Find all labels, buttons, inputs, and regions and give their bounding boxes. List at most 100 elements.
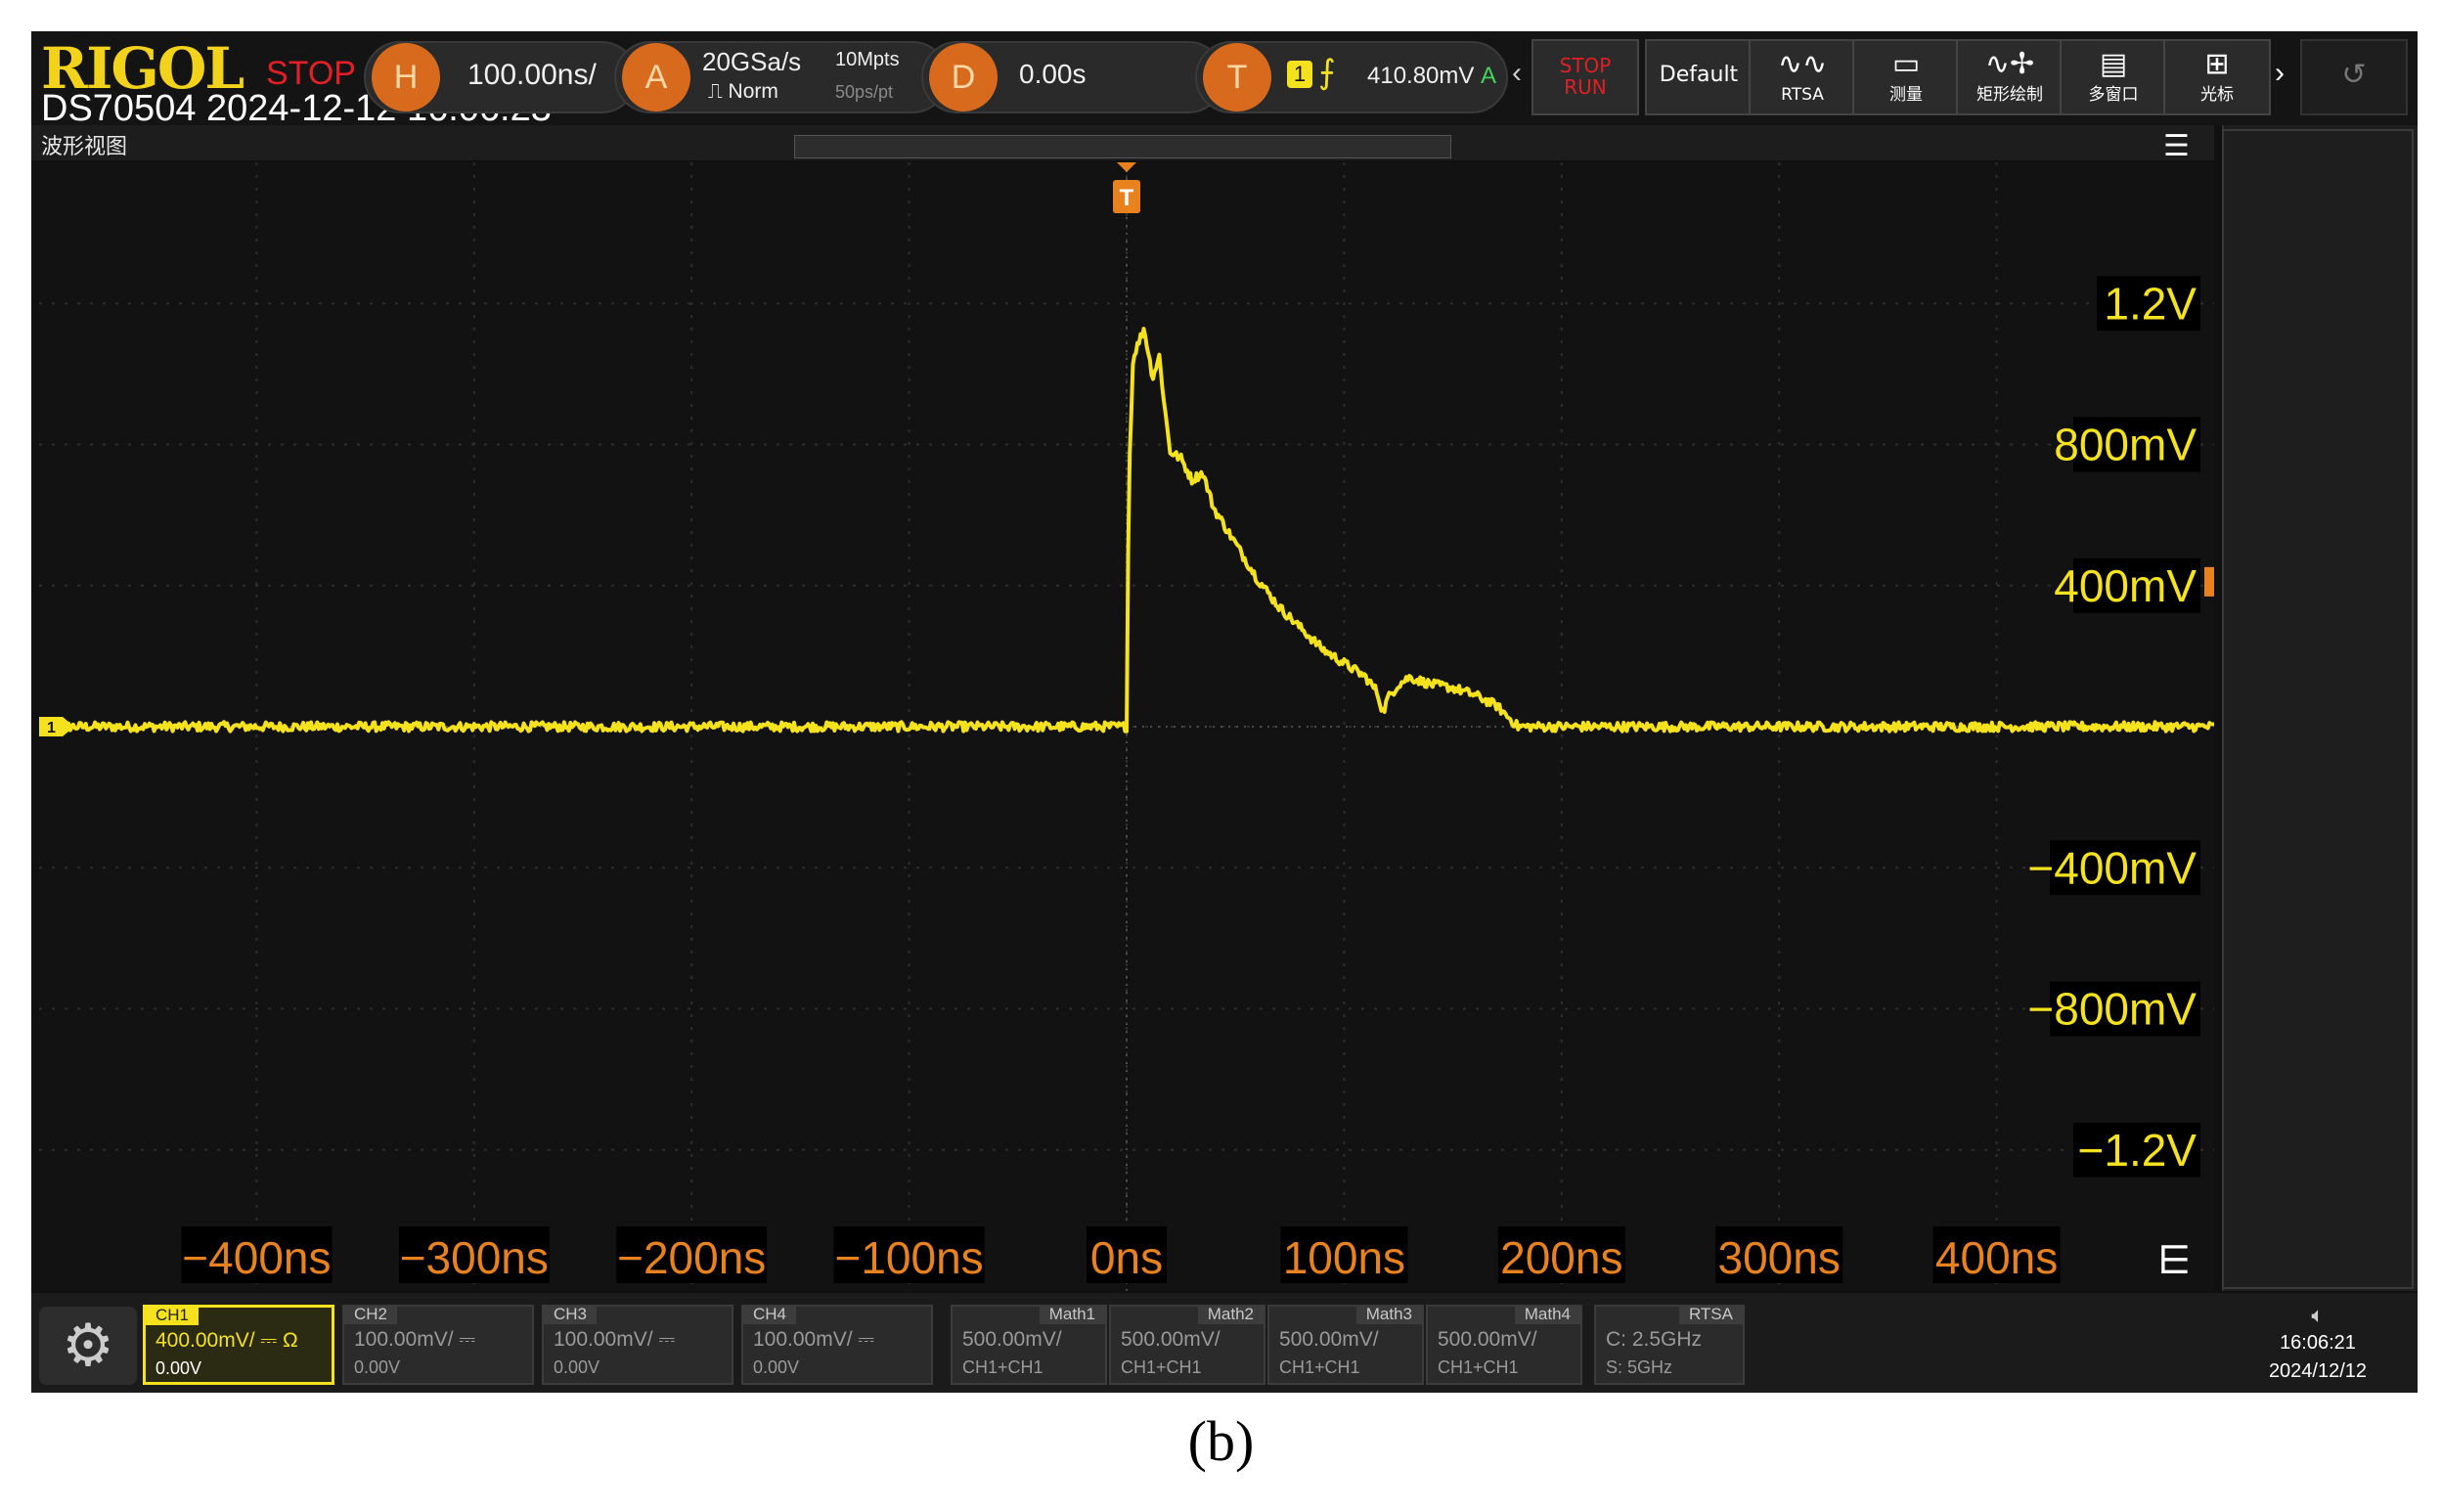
ch3-scale-value: 100.00mV/ (554, 1328, 653, 1351)
speaker-muted-icon[interactable]: 🔈︎ (2222, 1303, 2414, 1328)
ch4-coupling: ⎓ (858, 1328, 875, 1351)
axis-menu-icon[interactable]: ⋿ (2157, 1238, 2192, 1283)
math2-source: CH1+CH1 (1121, 1357, 1202, 1377)
ch1-offset-marker[interactable]: 1 (39, 717, 74, 736)
horizontal-scale: 100.00ns/ (467, 59, 597, 91)
delay-badge[interactable]: D (929, 43, 998, 111)
math1-tab: Math1 (1039, 1305, 1105, 1324)
math4-scale: 500.00mV/ (1438, 1328, 1537, 1351)
ch2-scale: 100.00mV/ ⎓ (354, 1328, 475, 1352)
x-tick-label: −200ns (617, 1232, 766, 1283)
math1-box[interactable]: Math1 500.00mV/ CH1+CH1 (951, 1305, 1107, 1385)
math4-source: CH1+CH1 (1438, 1357, 1519, 1377)
ch3-coupling: ⎓ (658, 1328, 676, 1351)
multi-window-label: 多窗口 (2088, 85, 2139, 105)
ch3-tab: CH3 (544, 1305, 598, 1324)
default-label: Default (1659, 63, 1739, 87)
ch1-scale: 400.00mV/ ⎓ Ω (155, 1329, 298, 1353)
pulse-icon: ⎍ (708, 80, 729, 103)
ch1-scale-value: 400.00mV/ (155, 1329, 255, 1352)
math1-source: CH1+CH1 (962, 1357, 1043, 1377)
stop-run-button[interactable]: STOP RUN (1532, 39, 1639, 115)
measure-button[interactable]: ▭ 测量 (1852, 39, 1960, 115)
x-tick-label: 400ns (1935, 1232, 2058, 1283)
time-resolution: 50ps/pt (835, 82, 894, 102)
zone-draw-button[interactable]: ∿✢ 矩形绘制 (1956, 39, 2064, 115)
trigger-source: 1 (1287, 61, 1312, 88)
chevron-left-icon[interactable]: ‹ (1512, 57, 1522, 90)
horizontal-badge[interactable]: H (372, 43, 440, 111)
math2-scale: 500.00mV/ (1121, 1328, 1221, 1351)
ch1-tab: CH1 (146, 1306, 200, 1325)
ch1-trace (39, 327, 2214, 734)
ruler-icon: ▭ (1891, 47, 1921, 81)
measure-label: 测量 (1889, 85, 1923, 105)
chevron-right-icon[interactable]: › (2275, 57, 2285, 90)
math4-tab: Math4 (1514, 1305, 1580, 1324)
ch1-offset: 0.00V (155, 1358, 202, 1378)
zone-draw-label: 矩形绘制 (1976, 85, 2043, 105)
trigger-position-marker[interactable] (1117, 162, 1136, 172)
rtsa-tab: RTSA (1678, 1305, 1743, 1324)
gear-icon[interactable]: ⚙ (39, 1307, 137, 1385)
acquire-mode-label: Norm (728, 80, 778, 103)
window-icon: ▤ (2099, 47, 2128, 81)
tick-labels: −400ns −300ns −200ns −100ns 0ns 100ns 200ns 300… (181, 276, 2200, 1283)
hamburger-menu-icon[interactable]: ☰ (2163, 129, 2190, 163)
ch4-box[interactable]: CH4 100.00mV/ ⎓ 0.00V (741, 1305, 933, 1385)
default-button[interactable]: Default (1645, 39, 1753, 115)
trigger-mode: A (1481, 63, 1497, 89)
x-tick-label: −100ns (834, 1232, 983, 1283)
trigger-level: 410.80mV (1367, 63, 1475, 89)
y-tick-label: 400mV (2054, 560, 2197, 611)
y-tick-label: −800mV (2027, 984, 2197, 1035)
waveform-view-title: 波形视图 (41, 135, 128, 159)
run-label: RUN (1564, 75, 1607, 99)
cursor-button[interactable]: ⊞ 光标 (2163, 39, 2271, 115)
clock-date: 2024/12/12 (2268, 1360, 2368, 1382)
x-tick-label: −400ns (182, 1232, 331, 1283)
ch3-scale: 100.00mV/ ⎓ (554, 1328, 675, 1352)
ch4-offset: 0.00V (753, 1357, 800, 1377)
waveform-area[interactable]: −400ns −300ns −200ns −100ns 0ns 100ns 200ns 300… (39, 162, 2214, 1291)
ch3-offset: 0.00V (554, 1357, 600, 1377)
rtsa-box[interactable]: RTSA C: 2.5GHz S: 5GHz (1594, 1305, 1745, 1385)
ch1-coupling: ⎓ Ω (260, 1329, 298, 1352)
x-tick-label: 200ns (1500, 1232, 1622, 1283)
y-tick-label: 1.2V (2104, 278, 2197, 329)
trigger-level-marker[interactable] (2204, 566, 2214, 597)
rtsa-label: RTSA (1781, 85, 1824, 105)
math3-box[interactable]: Math3 500.00mV/ CH1+CH1 (1267, 1305, 1424, 1385)
trigger-marker-label: T (1120, 185, 1134, 211)
rtsa-center: C: 2.5GHz (1606, 1328, 1703, 1351)
return-icon: ↺ (2341, 58, 2367, 92)
math1-scale: 500.00mV/ (962, 1328, 1062, 1351)
trigger-marker-tag[interactable]: T (1113, 180, 1140, 213)
acquire-badge[interactable]: A (622, 43, 690, 111)
ch4-scale-value: 100.00mV/ (753, 1328, 853, 1351)
trigger-badge[interactable]: T (1203, 43, 1271, 111)
ch3-box[interactable]: CH3 100.00mV/ ⎓ 0.00V (542, 1305, 733, 1385)
math4-box[interactable]: Math4 500.00mV/ CH1+CH1 (1426, 1305, 1582, 1385)
x-tick-label: 0ns (1090, 1232, 1163, 1283)
y-tick-label: −1.2V (2078, 1125, 2198, 1176)
right-side-panel-frame (2222, 129, 2414, 1289)
stop-label: STOP (1559, 54, 1612, 77)
return-button[interactable]: ↺ (2300, 39, 2408, 115)
sample-rate: 20GSa/s (702, 47, 802, 76)
memory-overview-strip[interactable] (794, 135, 1451, 158)
ch1-box[interactable]: CH1 400.00mV/ ⎓ Ω 0.00V (143, 1305, 334, 1385)
ch2-box[interactable]: CH2 100.00mV/ ⎓ 0.00V (342, 1305, 534, 1385)
acquire-mode: ⎍ Norm (708, 80, 778, 104)
multi-window-button[interactable]: ▤ 多窗口 (2060, 39, 2167, 115)
wave-draw-icon: ∿✢ (1984, 47, 2035, 81)
clock-panel[interactable]: 🔈︎ 16:06:21 2024/12/12 (2222, 1299, 2414, 1389)
math2-box[interactable]: Math2 500.00mV/ CH1+CH1 (1109, 1305, 1265, 1385)
ch4-tab: CH4 (743, 1305, 797, 1324)
math3-scale: 500.00mV/ (1279, 1328, 1379, 1351)
rtsa-button[interactable]: ∿∿ RTSA (1749, 39, 1856, 115)
ch2-scale-value: 100.00mV/ (354, 1328, 454, 1351)
rising-edge-icon: ⨍ (1318, 54, 1336, 91)
x-tick-label: 300ns (1718, 1232, 1841, 1283)
delay-value: 0.00s (1019, 59, 1087, 89)
